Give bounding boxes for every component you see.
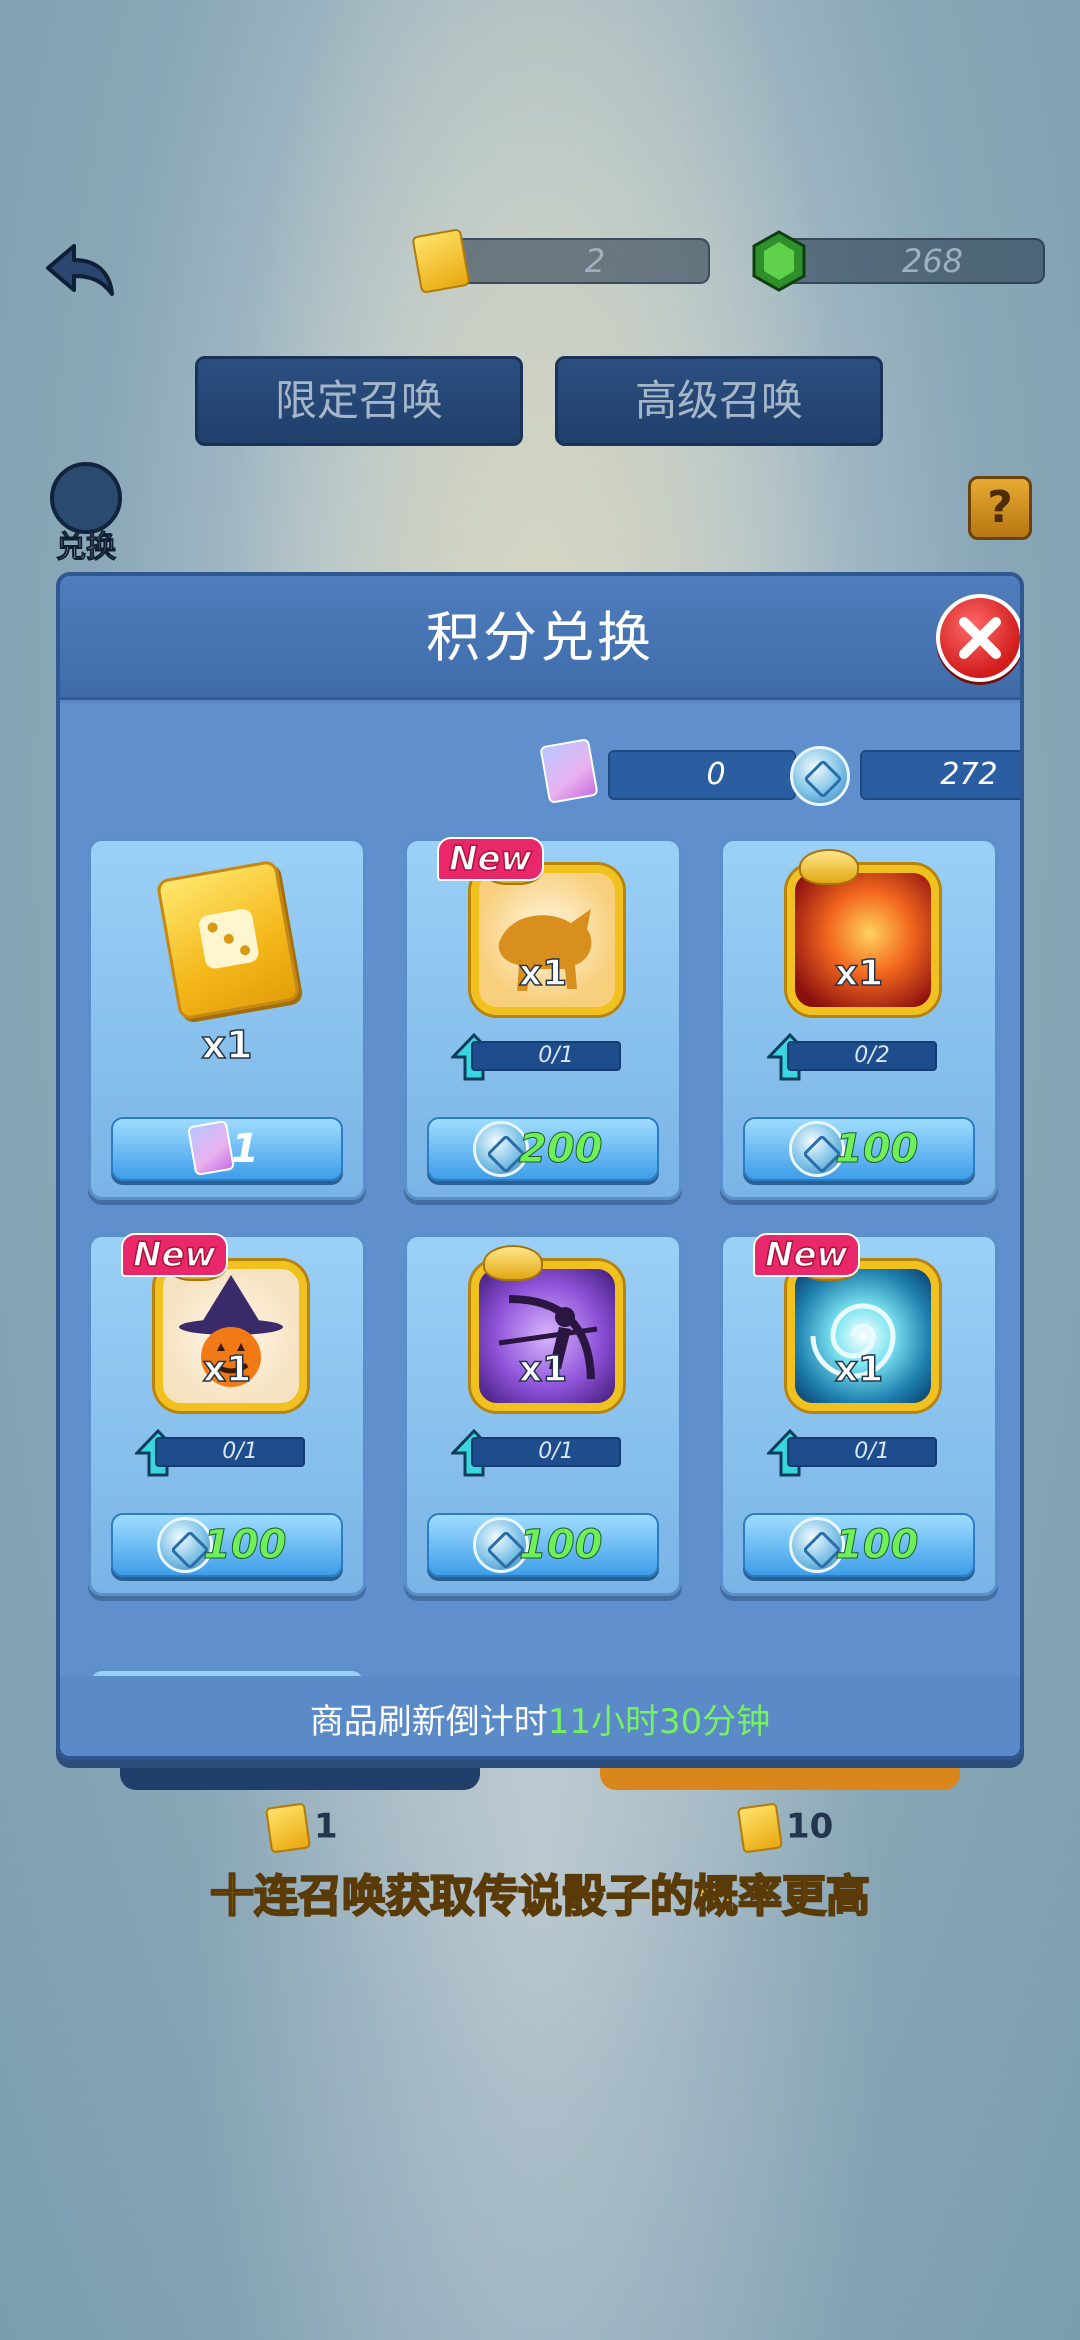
item-level: 0/1 xyxy=(155,1437,305,1467)
new-badge: New xyxy=(437,837,544,881)
buy-button[interactable]: 100 xyxy=(743,1117,975,1181)
item-quantity: x1 xyxy=(201,1022,253,1068)
refresh-countdown: 商品刷新倒计时11小时30分钟 xyxy=(60,1694,1020,1743)
coin-point-value: 272 xyxy=(940,757,998,792)
help-icon[interactable]: ? xyxy=(968,476,1032,540)
ten-summon-cost: 10 xyxy=(736,1802,834,1854)
dice-card-image xyxy=(155,859,301,1021)
item-level: 0/1 xyxy=(787,1437,937,1467)
modal-header: 积分兑换 xyxy=(60,576,1020,700)
crown-decoration xyxy=(799,849,859,885)
shop-item[interactable]: New x1 0/1 100 xyxy=(88,1233,366,1596)
item-price: 100 xyxy=(519,1522,603,1569)
buy-button[interactable]: 100 xyxy=(743,1513,975,1577)
item-level: 0/1 xyxy=(471,1041,621,1071)
item-level: 0/2 xyxy=(787,1041,937,1071)
gem-count: 268 xyxy=(901,242,964,280)
refresh-label: 商品刷新倒计时 xyxy=(309,1702,548,1742)
item-price: 1 xyxy=(231,1126,259,1172)
item-level: 0/1 xyxy=(471,1437,621,1467)
modal-title: 积分兑换 xyxy=(426,606,654,669)
buy-button[interactable]: 200 xyxy=(427,1117,659,1181)
item-quantity: x1 xyxy=(518,952,568,995)
ticket-counter: 2 xyxy=(411,228,710,294)
single-cost-value: 1 xyxy=(314,1806,338,1847)
refresh-time: 11小时30分钟 xyxy=(547,1702,771,1742)
item-price: 100 xyxy=(835,1126,919,1173)
ticket-icon xyxy=(736,1802,784,1854)
shop-item[interactable]: New x1 0/1 200 xyxy=(404,837,682,1200)
shop-item[interactable]: x1 0/2 100 xyxy=(720,838,998,1200)
tab-premium-summon[interactable]: 高级召唤 xyxy=(555,356,883,446)
ten-pull-hint: 十连召唤获取传说骰子的概率更高 xyxy=(209,1870,871,1923)
ten-cost-value: 10 xyxy=(786,1806,834,1847)
buy-button[interactable]: 1 xyxy=(111,1117,343,1181)
gem-counter: 268 xyxy=(752,230,1045,292)
new-badge: New xyxy=(121,1233,228,1277)
redeem-button[interactable]: 兑换 xyxy=(44,462,128,566)
card-point-icon xyxy=(539,738,599,804)
shop-item[interactable]: x1 1 xyxy=(88,838,366,1200)
card-point-balance: 0 xyxy=(608,750,796,800)
item-quantity: x1 xyxy=(202,1348,252,1391)
redeem-label: 兑换 xyxy=(56,530,117,566)
new-badge: New xyxy=(753,1233,860,1277)
card-point-value: 0 xyxy=(706,757,726,792)
item-quantity: x1 xyxy=(834,1348,884,1391)
item-price: 100 xyxy=(203,1522,287,1569)
tab-limited-summon[interactable]: 限定召唤 xyxy=(195,356,523,446)
coin-point-balance: 272 xyxy=(860,750,1020,800)
item-quantity: x1 xyxy=(834,952,884,995)
single-summon-cost: 1 xyxy=(264,1802,338,1854)
coin-point-icon xyxy=(790,746,850,806)
item-price: 100 xyxy=(835,1522,919,1569)
item-quantity: x1 xyxy=(518,1348,568,1391)
buy-button[interactable]: 100 xyxy=(427,1513,659,1577)
close-icon xyxy=(959,617,1001,659)
crown-decoration xyxy=(483,1245,543,1281)
item-price: 200 xyxy=(519,1126,603,1173)
points-exchange-modal: 积分兑换 0 272 x1 1 New x1 0/1 200 x1 0/2 10… xyxy=(56,572,1024,1760)
ticket-icon xyxy=(264,1802,312,1854)
close-button[interactable] xyxy=(936,594,1020,682)
back-arrow-icon[interactable] xyxy=(44,240,116,300)
ticket-count: 2 xyxy=(584,242,606,280)
shop-item[interactable]: x1 0/1 100 xyxy=(404,1234,682,1596)
shop-item[interactable]: New x1 0/1 100 xyxy=(720,1233,998,1596)
buy-button[interactable]: 100 xyxy=(111,1513,343,1577)
card-point-icon xyxy=(186,1119,236,1177)
